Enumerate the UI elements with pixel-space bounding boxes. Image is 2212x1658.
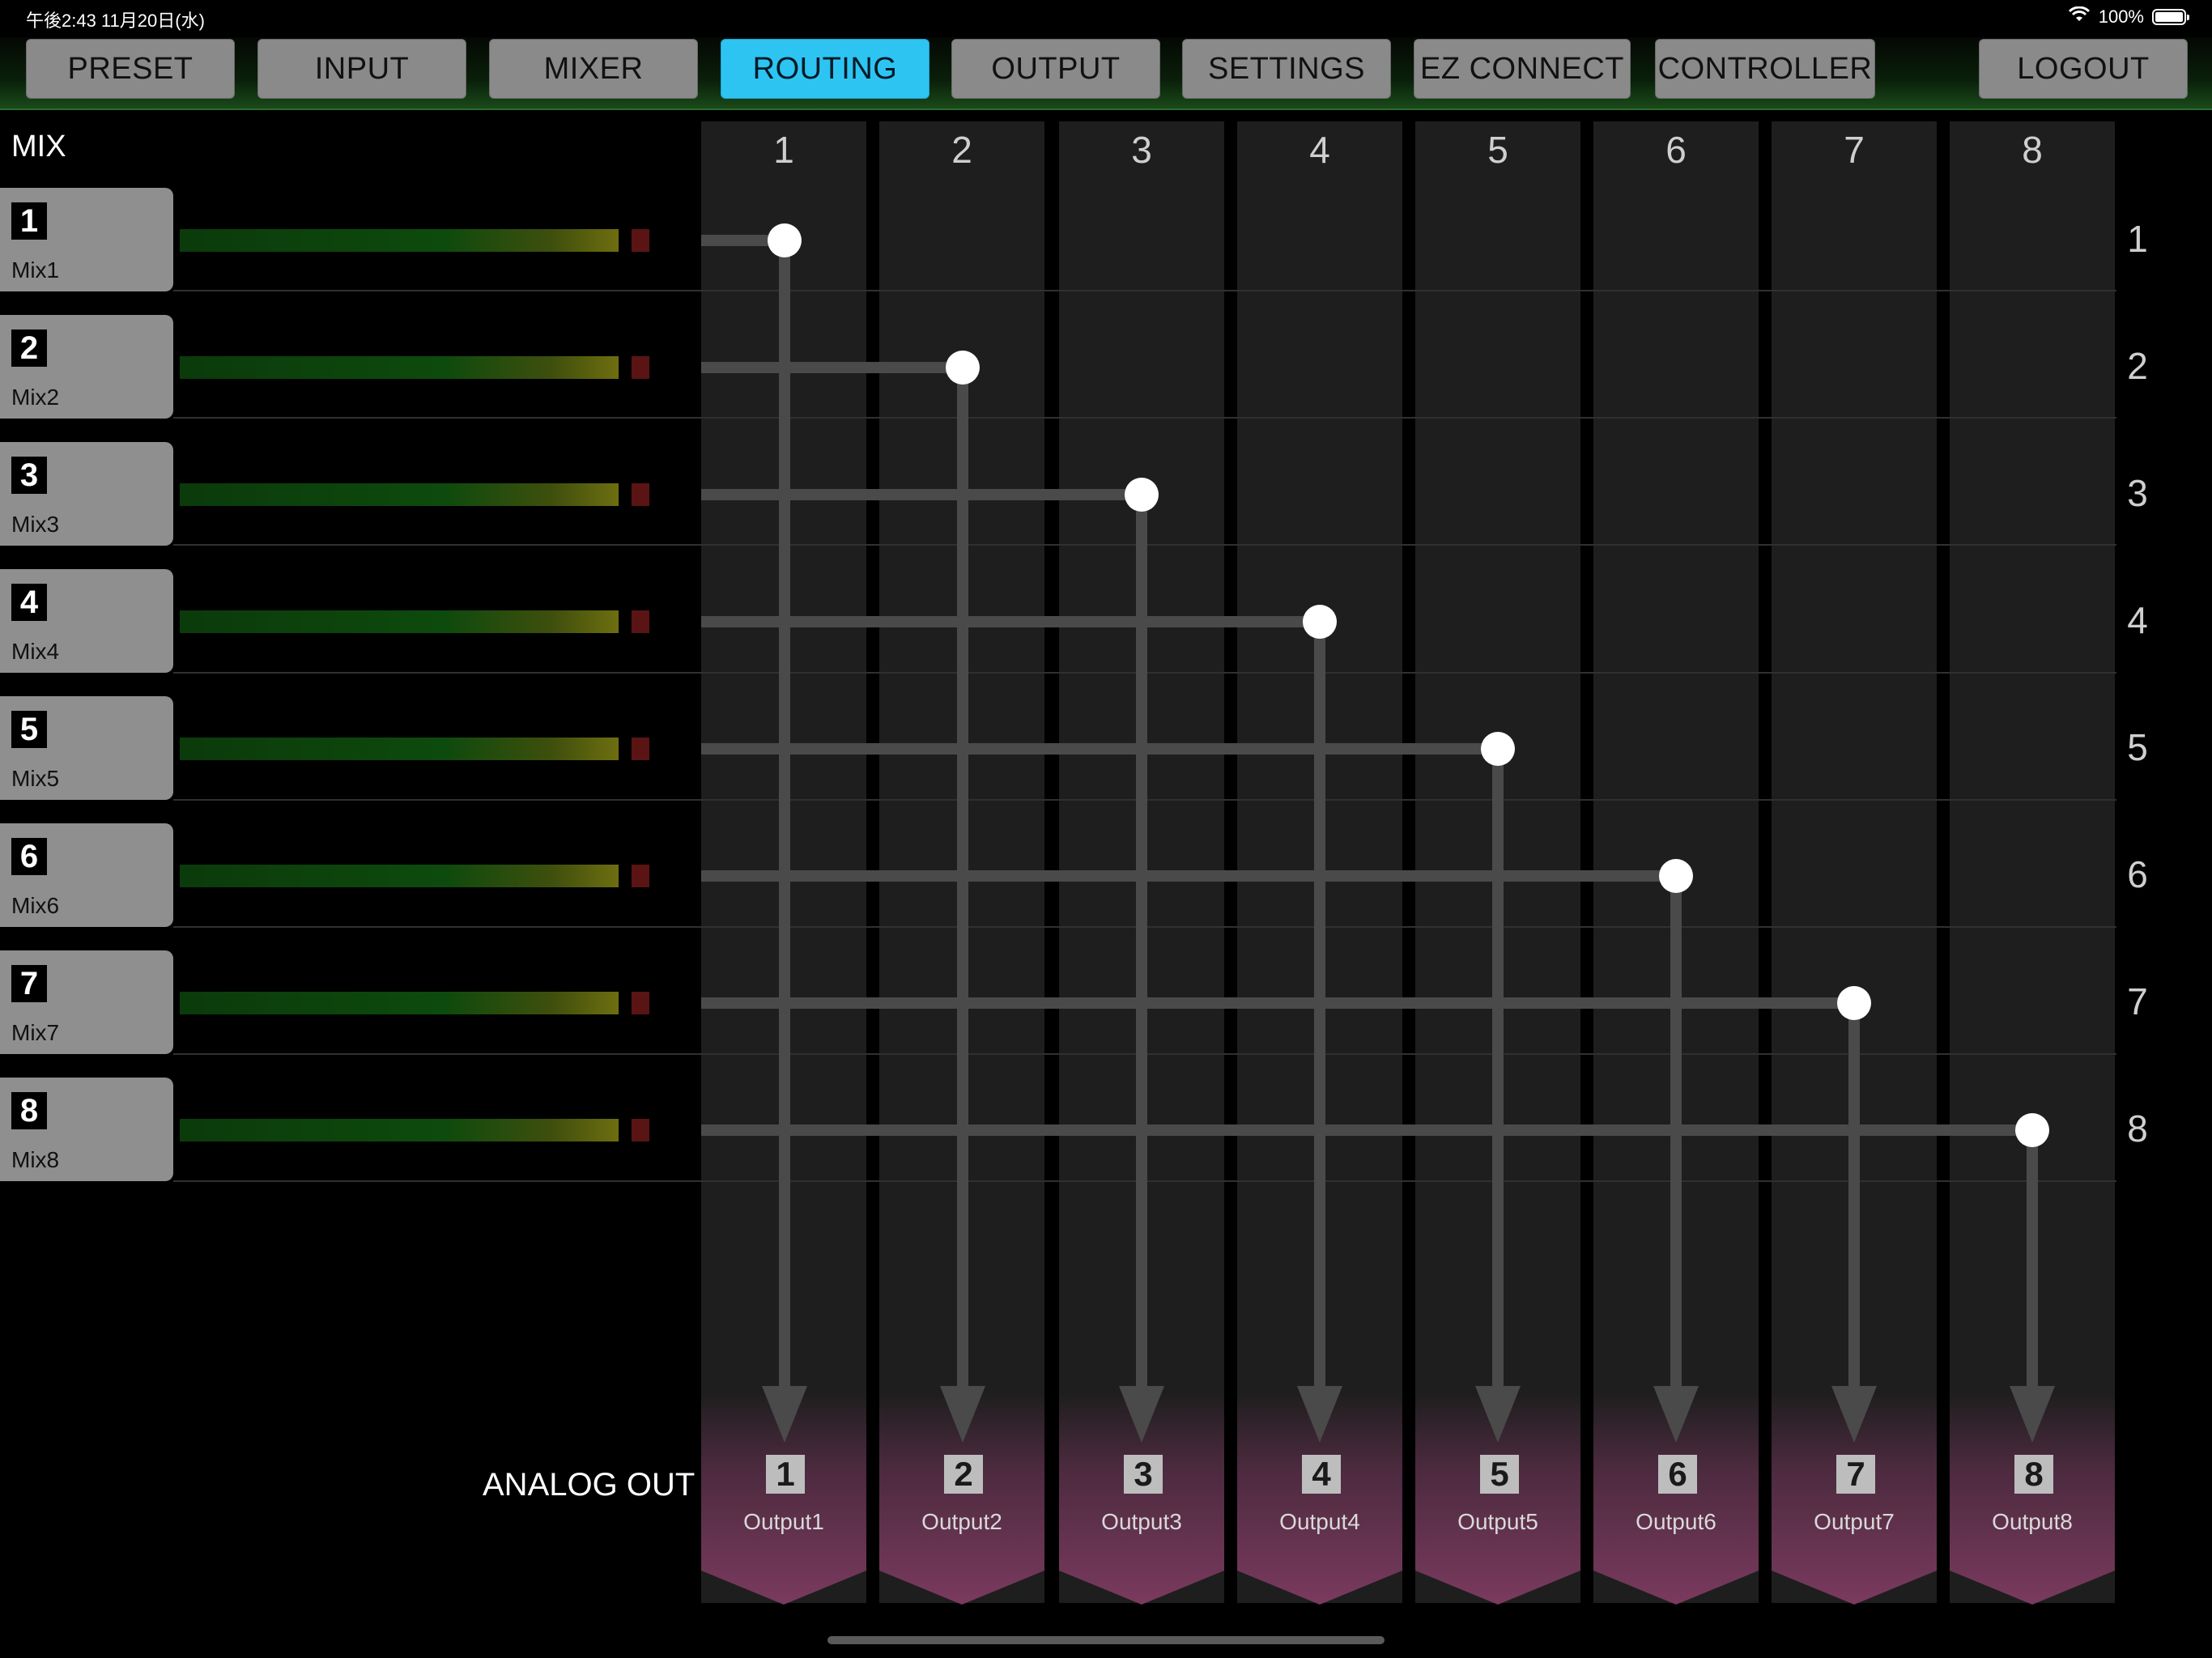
output-name: Output3 bbox=[1101, 1509, 1182, 1534]
routing-node[interactable] bbox=[2015, 1113, 2049, 1147]
output-number: 6 bbox=[1658, 1455, 1697, 1494]
output-number: 4 bbox=[1302, 1455, 1341, 1494]
output-name: Output2 bbox=[921, 1509, 1002, 1534]
home-indicator bbox=[827, 1636, 1385, 1644]
output-number: 8 bbox=[2014, 1455, 2053, 1494]
output-number: 7 bbox=[1836, 1455, 1875, 1494]
routing-node[interactable] bbox=[1481, 732, 1515, 766]
routing-node[interactable] bbox=[1303, 605, 1337, 639]
output-number: 3 bbox=[1124, 1455, 1163, 1494]
output-number: 2 bbox=[944, 1455, 983, 1494]
output-name: Output1 bbox=[743, 1509, 824, 1534]
routing-node[interactable] bbox=[1659, 859, 1693, 893]
output-name: Output6 bbox=[1636, 1509, 1716, 1534]
routing-node[interactable] bbox=[768, 223, 802, 257]
output-name: Output8 bbox=[1992, 1509, 2073, 1534]
analog-out-label: ANALOG OUT bbox=[483, 1467, 696, 1503]
output-name: Output7 bbox=[1814, 1509, 1895, 1534]
routing-matrix[interactable] bbox=[0, 0, 2212, 1658]
output-number: 5 bbox=[1480, 1455, 1519, 1494]
output-name: Output5 bbox=[1457, 1509, 1538, 1534]
output-number: 1 bbox=[766, 1455, 805, 1494]
routing-node[interactable] bbox=[1125, 478, 1159, 512]
routing-node[interactable] bbox=[1837, 986, 1871, 1020]
routing-node[interactable] bbox=[946, 351, 980, 385]
output-name: Output4 bbox=[1279, 1509, 1360, 1534]
